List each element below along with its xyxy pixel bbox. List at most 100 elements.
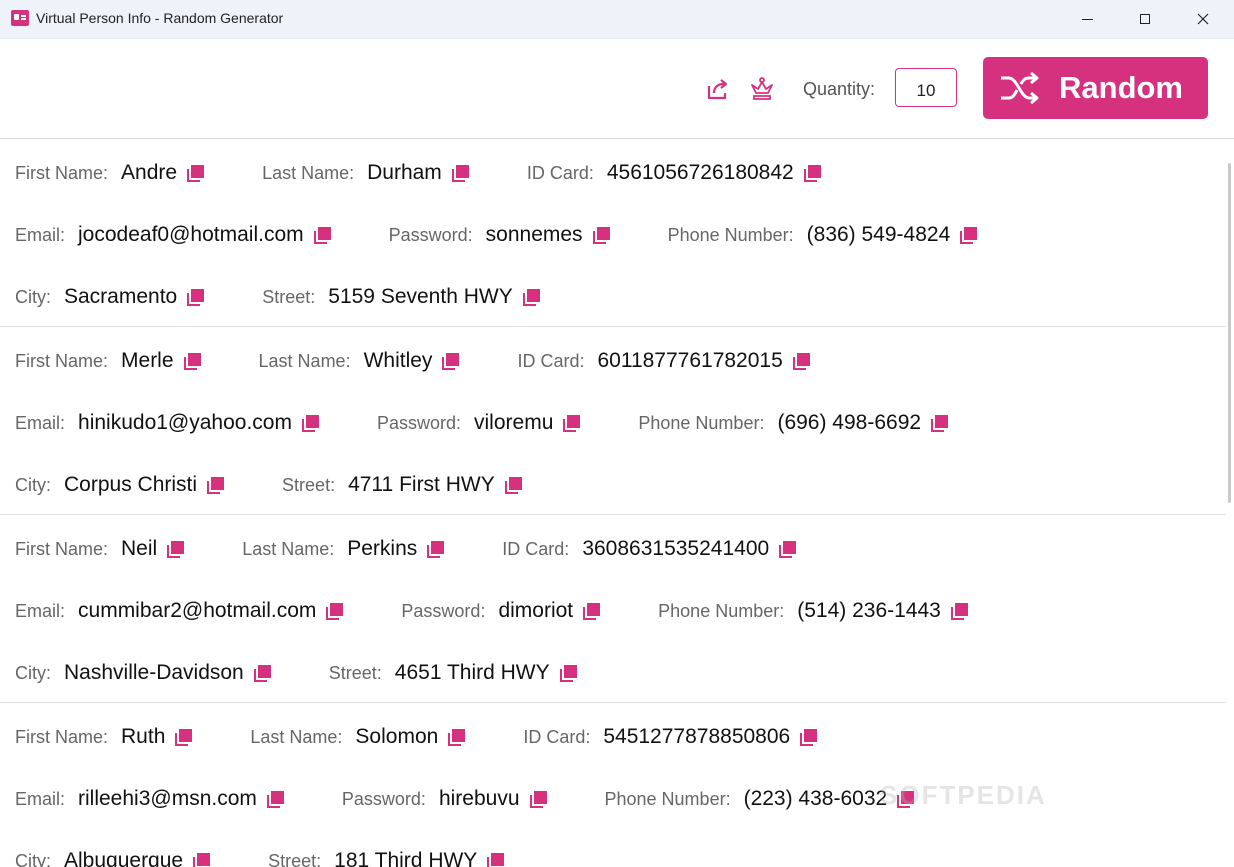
id-card-field: ID Card: 5451277878850806 [523,725,818,749]
email-value: hinikudo1@yahoo.com [78,411,292,434]
person-list: First Name: Andre Last Name: Durham ID C… [0,139,1226,867]
copy-icon[interactable] [800,728,818,746]
copy-icon[interactable] [592,226,610,244]
city-value: Sacramento [64,285,178,308]
first-name-label: First Name: [15,350,109,371]
city-field: City: Sacramento [15,285,205,309]
window-title: Virtual Person Info - Random Generator [36,10,284,26]
copy-icon[interactable] [175,728,193,746]
id-card-value: 3608631535241400 [582,537,770,560]
copy-icon[interactable] [563,414,581,432]
copy-icon[interactable] [451,164,469,182]
first-name-label: First Name: [15,538,109,559]
copy-icon[interactable] [326,602,344,620]
record-row: City: Sacramento Street: 5159 Seventh HW… [15,282,598,312]
last-name-value: Whitley [363,349,433,372]
id-card-value: 5451277878850806 [603,725,791,748]
last-name-value: Solomon [355,725,439,748]
last-name-label: Last Name: [262,162,355,183]
street-label: Street: [282,474,336,495]
crown-icon[interactable] [749,76,775,102]
email-value: rilleehi3@msn.com [78,787,257,810]
phone-field: Phone Number: (836) 549-4824 [668,223,978,247]
quantity-label: Quantity: [803,79,876,99]
copy-icon[interactable] [427,540,445,558]
minimize-button[interactable] [1058,0,1116,38]
copy-icon[interactable] [487,852,505,867]
phone-value: (696) 498-6692 [777,411,922,434]
first-name-field: First Name: Neil [15,537,185,561]
phone-value: (514) 236-1443 [797,599,941,622]
last-name-field: Last Name: Durham [262,161,469,185]
first-name-value: Ruth [121,725,166,748]
last-name-field: Last Name: Solomon [250,725,466,749]
first-name-label: First Name: [15,726,109,747]
email-label: Email: [15,224,66,245]
password-field: Password: dimoriot [401,599,601,623]
first-name-value: Merle [121,349,174,372]
id-card-label: ID Card: [523,726,591,747]
last-name-value: Durham [367,161,442,184]
email-value: cummibar2@hotmail.com [78,599,317,622]
copy-icon[interactable] [504,476,522,494]
copy-icon[interactable] [529,790,547,808]
copy-icon[interactable] [583,602,601,620]
close-icon [1197,13,1209,25]
password-field: Password: sonnemes [389,223,610,247]
copy-icon[interactable] [167,540,185,558]
password-field: Password: hirebuvu [342,787,547,811]
last-name-field: Last Name: Perkins [242,537,445,561]
copy-icon[interactable] [792,352,810,370]
scrollbar-thumb[interactable] [1228,163,1231,503]
copy-icon[interactable] [301,414,319,432]
password-label: Password: [401,600,486,621]
last-name-value: Perkins [347,537,418,560]
street-label: Street: [262,286,316,307]
share-export-icon[interactable] [705,76,731,102]
phone-value: (223) 438-6032 [743,787,888,810]
street-value: 181 Third HWY [334,849,478,867]
copy-icon[interactable] [253,664,271,682]
city-field: City: Albuquerque [15,849,211,867]
copy-icon[interactable] [950,602,968,620]
password-value: viloremu [474,411,554,434]
email-field: Email: hinikudo1@yahoo.com [15,411,319,435]
city-field: City: Corpus Christi [15,473,225,497]
random-button[interactable]: Random [983,57,1208,119]
copy-icon[interactable] [442,352,460,370]
first-name-field: First Name: Merle [15,349,201,373]
copy-icon[interactable] [779,540,797,558]
record-row: City: Albuquerque Street: 181 Third HWY [15,846,562,867]
copy-icon[interactable] [313,226,331,244]
first-name-label: First Name: [15,162,109,183]
vertical-scrollbar[interactable] [1226,139,1234,867]
record-row: First Name: Neil Last Name: Perkins ID C… [15,534,854,564]
copy-icon[interactable] [448,728,466,746]
maximize-button[interactable] [1116,0,1174,38]
email-field: Email: rilleehi3@msn.com [15,787,284,811]
quantity-input[interactable] [895,68,957,107]
street-value: 4651 Third HWY [394,661,550,684]
copy-icon[interactable] [522,288,540,306]
password-value: hirebuvu [438,787,520,810]
copy-icon[interactable] [960,226,978,244]
copy-icon[interactable] [207,476,225,494]
copy-icon[interactable] [183,352,201,370]
copy-icon[interactable] [193,852,211,867]
id-card-field: ID Card: 3608631535241400 [502,537,797,561]
copy-icon[interactable] [931,414,949,432]
close-button[interactable] [1174,0,1232,38]
city-label: City: [15,850,51,867]
street-label: Street: [328,662,382,683]
id-card-field: ID Card: 4561056726180842 [527,161,821,185]
last-name-label: Last Name: [242,538,335,559]
copy-icon[interactable] [803,164,821,182]
copy-icon[interactable] [187,288,205,306]
copy-icon[interactable] [559,664,577,682]
random-button-label: Random [1059,70,1183,105]
copy-icon[interactable] [266,790,284,808]
app-id-card-icon [11,10,29,26]
copy-icon[interactable] [187,164,205,182]
record-row: City: Nashville-Davidson Street: 4651 Th… [15,658,635,688]
city-value: Corpus Christi [64,473,198,496]
